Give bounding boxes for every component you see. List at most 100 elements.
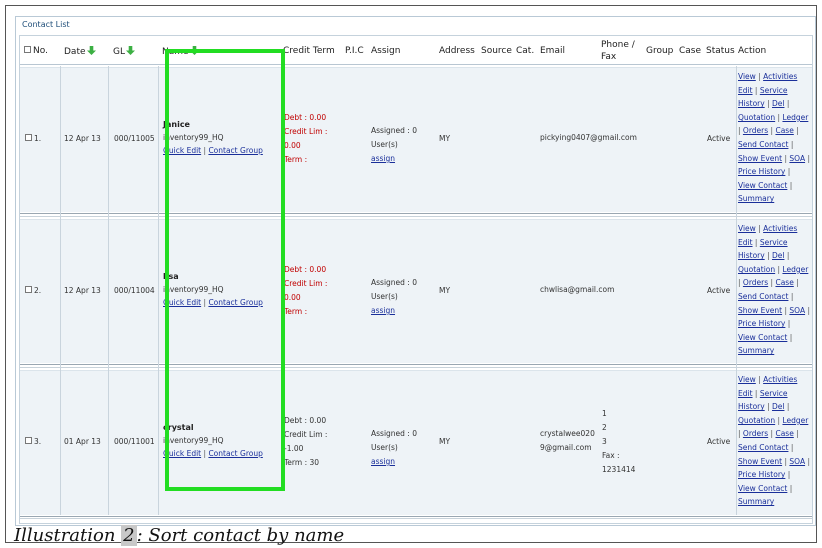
case-link[interactable]: Case	[775, 429, 793, 438]
address-text: MY	[439, 437, 451, 446]
summary-link[interactable]: Summary	[738, 346, 774, 355]
assign-link[interactable]: assign	[371, 304, 395, 318]
assigned-text: Assigned : 0	[371, 429, 417, 438]
edit-link[interactable]: Edit	[738, 238, 753, 247]
term-text: Term :	[284, 155, 308, 164]
price-history-link[interactable]: Price History	[738, 167, 785, 176]
contact-group-link[interactable]: Contact Group	[208, 146, 262, 155]
column-divider	[108, 66, 109, 515]
header-gl-label: GL	[113, 47, 125, 57]
header-gl[interactable]: GL	[113, 46, 135, 57]
users-text: User(s)	[371, 140, 398, 149]
summary-link[interactable]: Summary	[738, 194, 774, 203]
view-link[interactable]: View	[738, 224, 756, 233]
row-no-text: 3.	[34, 437, 42, 446]
row-separator	[20, 516, 812, 519]
del-link[interactable]: Del	[772, 99, 784, 108]
assign-link[interactable]: assign	[371, 455, 395, 469]
edit-link[interactable]: Edit	[738, 389, 753, 398]
show-event-link[interactable]: Show Event	[738, 154, 782, 163]
term-text: Term : 30	[284, 458, 320, 467]
history-link[interactable]: History	[738, 251, 765, 260]
header-name[interactable]: Name	[162, 46, 199, 57]
sort-down-arrow-icon[interactable]	[189, 46, 199, 55]
sort-down-arrow-icon[interactable]	[86, 46, 96, 55]
view-contact-link[interactable]: View Contact	[738, 181, 787, 190]
show-event-link[interactable]: Show Event	[738, 306, 782, 315]
contact-name-links: Quick Edit | Contact Group	[163, 146, 263, 155]
quotation-link[interactable]: Quotation	[738, 113, 775, 122]
send-contact-link[interactable]: Send Contact	[738, 443, 788, 452]
quotation-link[interactable]: Quotation	[738, 265, 775, 274]
orders-link[interactable]: Orders	[743, 278, 768, 287]
activities-link[interactable]: Activities	[763, 72, 797, 81]
ledger-link[interactable]: Ledger	[782, 416, 808, 425]
soa-link[interactable]: SOA	[789, 154, 805, 163]
soa-link[interactable]: SOA	[789, 306, 805, 315]
contact-name: Janice	[163, 120, 190, 129]
phone-line: 3	[602, 437, 607, 446]
column-divider	[736, 66, 737, 515]
view-contact-link[interactable]: View Contact	[738, 484, 787, 493]
quick-edit-link[interactable]: Quick Edit	[163, 449, 201, 458]
fax-label: Fax :	[602, 451, 620, 460]
service-link[interactable]: Service	[760, 86, 788, 95]
caption-text: : Sort contact by name	[136, 525, 345, 546]
row-date: 12 Apr 13	[64, 134, 101, 143]
activities-link[interactable]: Activities	[763, 375, 797, 384]
header-action: Action	[738, 46, 767, 56]
view-link[interactable]: View	[738, 375, 756, 384]
del-link[interactable]: Del	[772, 402, 784, 411]
ledger-link[interactable]: Ledger	[782, 265, 808, 274]
table-header: No. Date GL Name Credit Term P.I.C Assig…	[20, 36, 812, 65]
sort-down-arrow-icon[interactable]	[126, 46, 135, 55]
header-date[interactable]: Date	[64, 46, 96, 57]
users-text: User(s)	[371, 443, 398, 452]
view-link[interactable]: View	[738, 72, 756, 81]
price-history-link[interactable]: Price History	[738, 319, 785, 328]
row-checkbox[interactable]	[25, 437, 32, 444]
row-checkbox[interactable]	[25, 134, 32, 141]
del-link[interactable]: Del	[772, 251, 784, 260]
price-history-link[interactable]: Price History	[738, 470, 785, 479]
header-status: Status	[706, 46, 735, 56]
select-all-checkbox[interactable]	[24, 46, 31, 53]
header-credit-term: Credit Term	[283, 46, 335, 56]
orders-link[interactable]: Orders	[743, 429, 768, 438]
action-links: View | Activities Edit | Service History…	[738, 375, 810, 507]
assign-link[interactable]: assign	[371, 152, 395, 166]
history-link[interactable]: History	[738, 99, 765, 108]
quick-edit-link[interactable]: Quick Edit	[163, 146, 201, 155]
contact-name: lisa	[163, 272, 179, 281]
quotation-link[interactable]: Quotation	[738, 416, 775, 425]
history-link[interactable]: History	[738, 402, 765, 411]
users-text: User(s)	[371, 292, 398, 301]
row-number: 1.	[25, 132, 41, 146]
summary-link[interactable]: Summary	[738, 497, 774, 506]
case-link[interactable]: Case	[775, 278, 793, 287]
row-no-text: 2.	[34, 286, 42, 295]
activities-link[interactable]: Activities	[763, 224, 797, 233]
row-checkbox[interactable]	[25, 286, 32, 293]
edit-link[interactable]: Edit	[738, 86, 753, 95]
credit-lim-text: Credit Lim :	[284, 127, 328, 136]
send-contact-link[interactable]: Send Contact	[738, 140, 788, 149]
header-no: No.	[24, 46, 48, 56]
orders-link[interactable]: Orders	[743, 126, 768, 135]
view-contact-link[interactable]: View Contact	[738, 333, 787, 342]
show-event-link[interactable]: Show Event	[738, 457, 782, 466]
case-link[interactable]: Case	[775, 126, 793, 135]
ledger-link[interactable]: Ledger	[782, 113, 808, 122]
address-text: MY	[439, 134, 451, 143]
service-link[interactable]: Service	[760, 238, 788, 247]
term-text: Term :	[284, 307, 308, 316]
send-contact-link[interactable]: Send Contact	[738, 292, 788, 301]
contact-group-link[interactable]: Contact Group	[208, 449, 262, 458]
service-link[interactable]: Service	[760, 389, 788, 398]
row-gl: 000/11001	[114, 437, 155, 446]
contact-group-link[interactable]: Contact Group	[208, 298, 262, 307]
row-separator	[20, 364, 812, 368]
quick-edit-link[interactable]: Quick Edit	[163, 298, 201, 307]
contact-list-panel: Contact List No. Date GL Name Credit Ter…	[15, 16, 816, 526]
soa-link[interactable]: SOA	[789, 457, 805, 466]
